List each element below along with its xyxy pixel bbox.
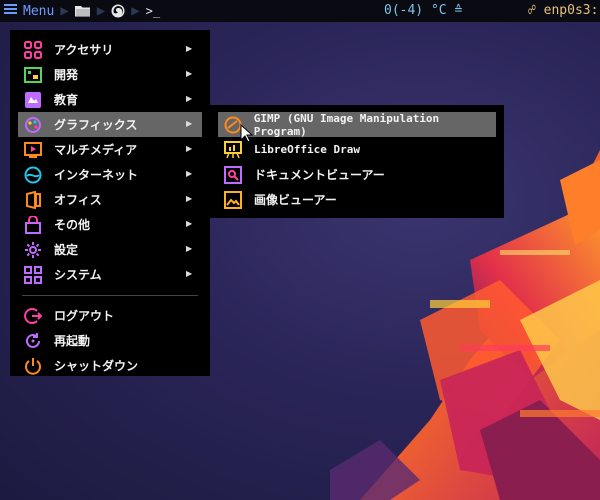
submenu-item-label: LibreOffice Draw [254, 143, 360, 156]
menu-item-label: グラフィックス [54, 118, 138, 132]
system-icon [22, 265, 44, 285]
application-menu: アクセサリ ▶ 開発 ▶ 教育 ▶ グラフィックス ▶ マルチメディア ▶ イン… [10, 30, 210, 376]
submenu-arrow-icon: ▶ [186, 44, 193, 53]
submenu-item-label: 画像ビューアー [254, 193, 337, 207]
network-label: enp0s3: [543, 3, 599, 18]
menu-item-shutdown[interactable]: シャットダウン [10, 353, 210, 378]
menu-item-graphics[interactable]: グラフィックス ▶ [18, 112, 202, 137]
menu-divider [22, 295, 198, 296]
panel-separator: ▶ [60, 3, 69, 19]
menu-item-multimedia[interactable]: マルチメディア ▶ [10, 137, 210, 162]
panel-separator: ▶ [96, 3, 106, 19]
education-icon [22, 90, 44, 110]
multimedia-icon [22, 140, 44, 160]
terminal-launcher[interactable]: >_ [146, 4, 160, 18]
submenu-arrow-icon: ▶ [186, 94, 193, 103]
menu-item-label: インターネット [54, 168, 139, 182]
menu-item-label: 教育 [54, 93, 79, 107]
mouse-cursor-icon [240, 124, 254, 143]
submenu-arrow-icon: ▶ [186, 219, 193, 228]
submenu-arrow-icon: ▶ [186, 144, 193, 153]
document-viewer-icon [222, 165, 244, 185]
submenu-arrow-icon: ▶ [186, 69, 193, 78]
submenu-item-label: ドキュメントビューアー [254, 168, 385, 182]
submenu-arrow-icon: ▶ [186, 269, 193, 278]
submenu-item-image-viewer[interactable]: 画像ビューアー [210, 187, 504, 212]
hamburger-icon [4, 3, 17, 19]
browser-icon [111, 4, 125, 18]
menu-item-label: 設定 [54, 243, 79, 257]
menu-item-label: その他 [54, 218, 91, 232]
image-viewer-icon [222, 190, 244, 210]
menu-item-other[interactable]: その他 ▶ [10, 212, 210, 237]
development-icon [22, 65, 44, 85]
settings-icon [22, 240, 44, 260]
menu-label: Menu [23, 3, 55, 19]
temperature-readout: 0(-4) °C ≙ [384, 3, 463, 18]
browser-launcher[interactable] [111, 4, 125, 18]
graphics-submenu: GIMP (GNU Image Manipulation Program) Li… [210, 105, 504, 218]
menu-item-development[interactable]: 開発 ▶ [10, 62, 210, 87]
menu-item-reboot[interactable]: 再起動 [10, 328, 210, 353]
submenu-arrow-icon: ▶ [186, 169, 193, 178]
network-readout[interactable]: ☍ enp0s3: [528, 3, 598, 18]
submenu-item-label: GIMP (GNU Image Manipulation Program) [253, 111, 440, 138]
menu-item-label: 開発 [54, 68, 79, 82]
submenu-item-gimp[interactable]: GIMP (GNU Image Manipulation Program) [218, 111, 496, 138]
menu-item-logout[interactable]: ログアウト [10, 303, 210, 328]
file-manager-launcher[interactable] [74, 5, 91, 17]
menu-item-label: オフィス [54, 193, 102, 207]
other-icon [22, 215, 44, 235]
menu-item-system[interactable]: システム ▶ [10, 262, 210, 287]
menu-item-label: シャットダウン [54, 359, 139, 373]
folder-icon [74, 6, 90, 17]
submenu-arrow-icon: ▶ [186, 244, 193, 253]
menu-item-education[interactable]: 教育 ▶ [10, 87, 210, 112]
menu-item-label: マルチメディア [54, 143, 138, 157]
office-icon [22, 190, 44, 210]
top-panel: Menu ▶ ▶ ▶ >_ 0(-4) °C ≙ ☍ enp0s3: [0, 0, 600, 22]
menu-item-label: アクセサリ [54, 43, 114, 57]
terminal-icon: >_ [145, 4, 161, 18]
graphics-icon [22, 115, 44, 135]
menu-item-accessories[interactable]: アクセサリ ▶ [10, 37, 210, 62]
internet-icon [22, 165, 44, 185]
panel-separator: ▶ [131, 3, 140, 19]
reboot-icon [22, 331, 44, 351]
submenu-item-document-viewer[interactable]: ドキュメントビューアー [210, 162, 504, 187]
submenu-item-libreoffice-draw[interactable]: LibreOffice Draw [210, 137, 504, 162]
network-icon: ☍ [528, 3, 536, 18]
menu-item-label: ログアウト [54, 309, 115, 323]
accessories-icon [22, 40, 44, 60]
menu-item-label: 再起動 [54, 334, 91, 348]
menu-item-office[interactable]: オフィス ▶ [10, 187, 210, 212]
submenu-arrow-icon: ▶ [186, 194, 193, 203]
menu-item-settings[interactable]: 設定 ▶ [10, 237, 210, 262]
submenu-arrow-icon: ▶ [186, 119, 193, 128]
menu-item-label: システム [54, 268, 102, 282]
shutdown-icon [22, 356, 44, 376]
menu-item-internet[interactable]: インターネット ▶ [10, 162, 210, 187]
menu-button[interactable]: Menu [0, 3, 54, 19]
logout-icon [22, 306, 44, 326]
